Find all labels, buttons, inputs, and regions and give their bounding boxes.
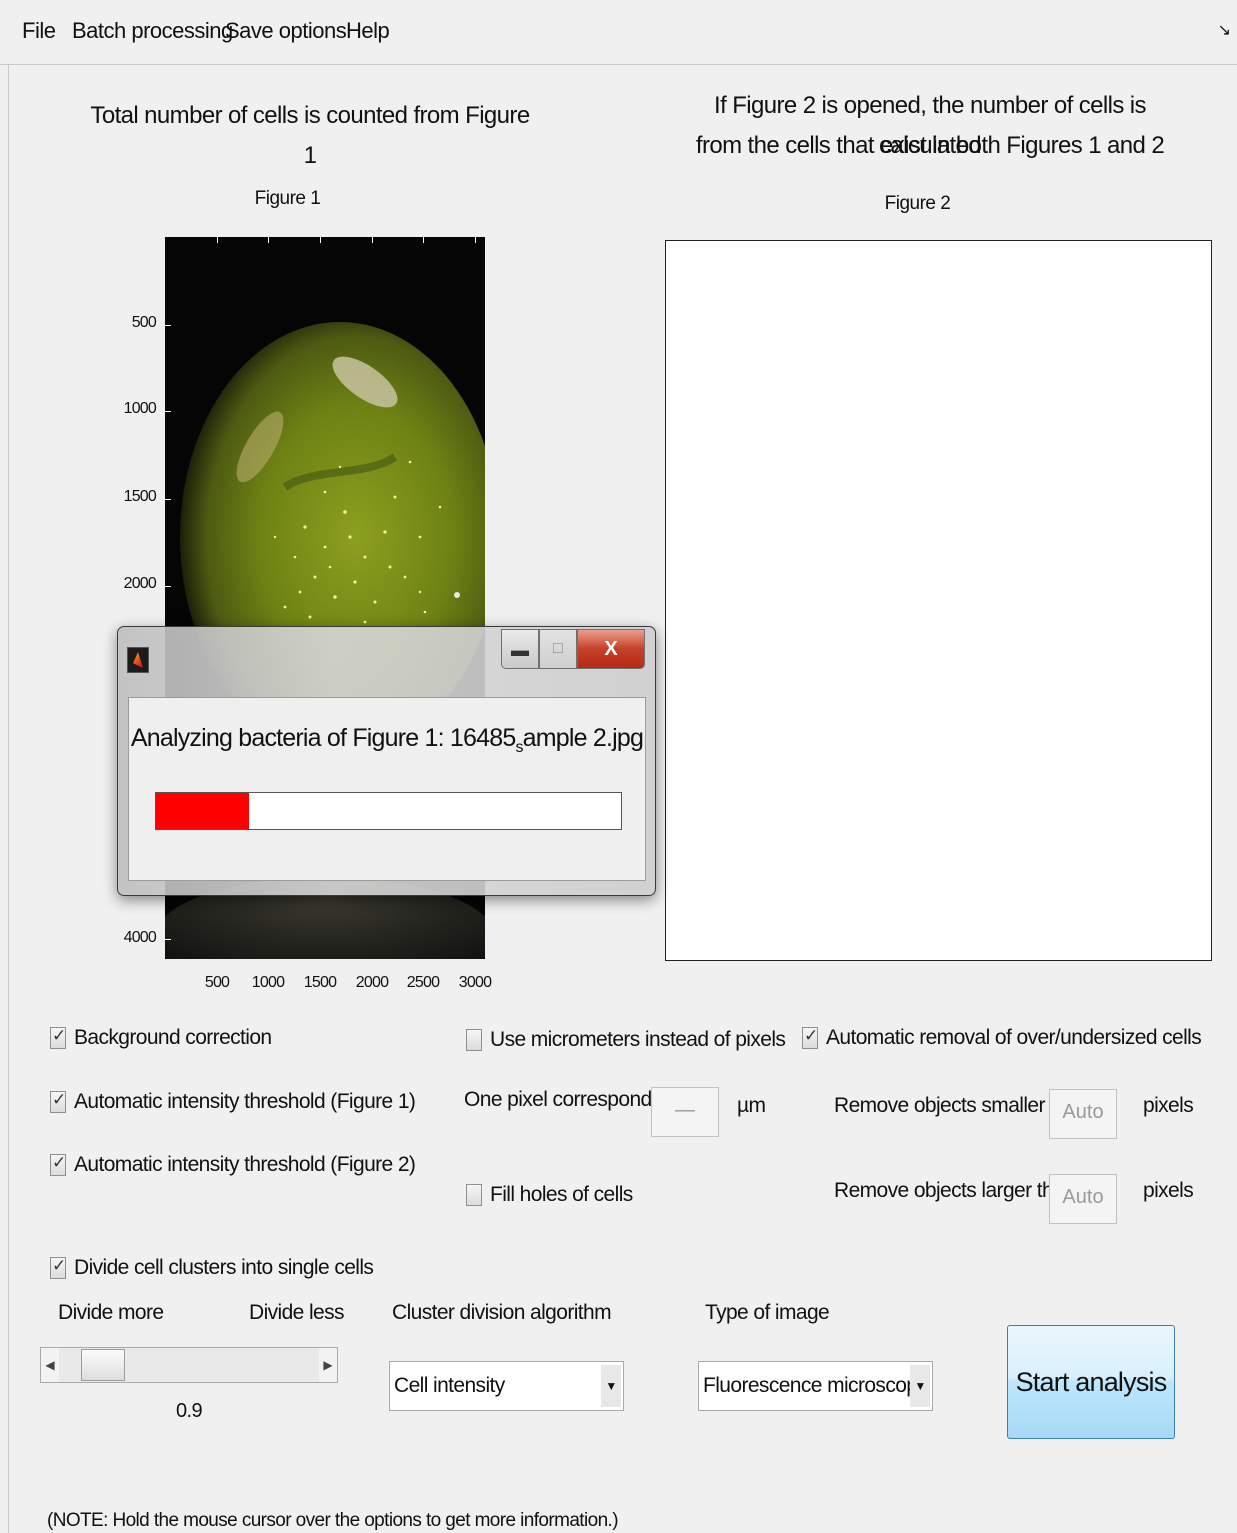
remove-larger-input[interactable]: Auto — [1049, 1174, 1117, 1224]
progress-fill — [156, 793, 249, 829]
menu-bar: File Batch processing Save options Help … — [0, 0, 1237, 65]
divide-clusters-checkbox[interactable]: Divide cell clusters into single cells — [50, 1256, 374, 1280]
auto-threshold-fig1-checkbox[interactable]: Automatic intensity threshold (Figure 1) — [50, 1090, 416, 1114]
y-tick — [165, 586, 171, 587]
maximize-icon[interactable]: □ — [539, 629, 577, 669]
checkbox-box[interactable] — [50, 1153, 66, 1176]
background-correction-checkbox[interactable]: Background correction — [50, 1026, 272, 1050]
auto-removal-checkbox[interactable]: Automatic removal of over/undersized cel… — [802, 1026, 1202, 1050]
x-tick-label: 2000 — [355, 974, 389, 991]
matlab-icon — [127, 647, 149, 673]
checkbox-label: Fill holes of cells — [490, 1183, 633, 1206]
x-tick — [217, 237, 218, 243]
checkbox-box[interactable] — [50, 1026, 66, 1049]
menu-batch-processing[interactable]: Batch processing — [72, 18, 233, 44]
micrometer-unit-label: µm — [737, 1094, 766, 1117]
dialog-titlebar[interactable]: ▬ □ X — [118, 627, 655, 691]
progress-message-tail: ample 2.jpg — [522, 724, 644, 752]
checkbox-label: Use micrometers instead of pixels — [490, 1028, 786, 1051]
close-button[interactable]: X — [577, 629, 645, 669]
progress-message-subscript: s — [515, 739, 523, 756]
image-type-dropdown[interactable]: Fluorescence microscopy ▼ — [698, 1361, 933, 1411]
arrow-right-icon[interactable]: ▶ — [319, 1348, 337, 1382]
menu-help[interactable]: Help — [346, 18, 390, 44]
start-analysis-button[interactable]: Start analysis — [1007, 1325, 1175, 1439]
x-tick-label: 500 — [204, 974, 230, 991]
checkbox-label: Automatic removal of over/undersized cel… — [826, 1026, 1202, 1049]
left-heading: Total number of cells is counted from Fi… — [90, 102, 530, 169]
divide-less-label: Divide less — [249, 1301, 345, 1324]
window-edge — [8, 64, 9, 1533]
checkbox-box[interactable] — [50, 1256, 66, 1279]
figure2-title: Figure 2 — [884, 193, 951, 214]
progress-dialog[interactable]: ▬ □ X Analyzing bacteria of Figure 1: 16… — [117, 626, 656, 896]
dialog-content: Analyzing bacteria of Figure 1: 16485sam… — [128, 697, 646, 881]
right-heading-line2: from the cells that exist in both Figure… — [695, 132, 1165, 159]
progress-message: Analyzing bacteria of Figure 1: 16485sam… — [129, 724, 645, 757]
caret-down-icon[interactable]: ▼ — [601, 1365, 621, 1407]
help-note: (NOTE: Hold the mouse cursor over the op… — [47, 1510, 619, 1531]
checkbox-box[interactable] — [802, 1026, 818, 1049]
checkbox-box[interactable] — [466, 1029, 482, 1051]
fill-holes-checkbox[interactable]: Fill holes of cells — [466, 1183, 633, 1207]
menu-file[interactable]: File — [22, 18, 56, 44]
cluster-algorithm-dropdown[interactable]: Cell intensity ▼ — [389, 1361, 624, 1411]
slider-value: 0.9 — [176, 1400, 203, 1422]
dropdown-value: Cell intensity — [394, 1374, 505, 1397]
progress-message-main: Analyzing bacteria of Figure 1: 16485 — [130, 724, 516, 752]
remove-larger-label: Remove objects larger than — [834, 1179, 1076, 1202]
arrow-left-icon[interactable]: ◀ — [41, 1348, 59, 1382]
x-tick-label: 2500 — [406, 974, 440, 991]
progress-bar — [155, 792, 622, 830]
checkbox-box[interactable] — [50, 1090, 66, 1113]
x-tick — [475, 237, 476, 243]
caret-down-icon[interactable]: ▼ — [910, 1365, 930, 1407]
pixel-size-input[interactable]: — — [651, 1087, 719, 1137]
minimize-icon[interactable]: ▬ — [501, 629, 539, 669]
use-micrometers-checkbox[interactable]: Use micrometers instead of pixels — [466, 1028, 786, 1052]
y-tick — [165, 325, 171, 326]
y-tick-label: 1500 — [123, 488, 157, 505]
pixels-unit-label: pixels — [1143, 1094, 1194, 1117]
x-tick-label: 3000 — [458, 974, 492, 991]
checkbox-label: Background correction — [74, 1026, 272, 1049]
dropdown-value: Fluorescence microscopy — [703, 1374, 928, 1397]
figure2-axes[interactable] — [665, 240, 1212, 961]
auto-threshold-fig2-checkbox[interactable]: Automatic intensity threshold (Figure 2) — [50, 1153, 416, 1177]
divide-more-label: Divide more — [58, 1301, 164, 1324]
pixels-unit-label: pixels — [1143, 1179, 1194, 1202]
slider-thumb[interactable] — [80, 1349, 125, 1381]
cluster-algorithm-label: Cluster division algorithm — [392, 1301, 612, 1324]
checkbox-label: Automatic intensity threshold (Figure 2) — [74, 1153, 416, 1176]
menu-save-options[interactable]: Save options — [225, 18, 347, 44]
checkbox-label: Divide cell clusters into single cells — [74, 1256, 374, 1279]
cluster-division-slider[interactable]: ◀ ▶ — [40, 1347, 338, 1383]
y-tick — [165, 411, 171, 412]
y-tick — [165, 499, 171, 500]
remove-smaller-input[interactable]: Auto — [1049, 1089, 1117, 1139]
x-tick — [320, 237, 321, 243]
checkbox-box[interactable] — [466, 1184, 482, 1206]
checkbox-label: Automatic intensity threshold (Figure 1) — [74, 1090, 416, 1113]
y-tick-label: 500 — [131, 314, 157, 331]
figure1-title: Figure 1 — [254, 188, 321, 209]
y-tick — [165, 939, 171, 940]
x-tick — [372, 237, 373, 243]
x-tick-label: 1500 — [303, 974, 337, 991]
y-tick-label: 4000 — [123, 929, 157, 946]
y-tick-label: 1000 — [123, 400, 157, 417]
x-tick — [268, 237, 269, 243]
image-type-label: Type of image — [705, 1301, 830, 1324]
y-tick-label: 2000 — [123, 575, 157, 592]
x-tick — [423, 237, 424, 243]
undock-arrow-icon[interactable]: ↘ — [1218, 20, 1231, 40]
x-tick-label: 1000 — [251, 974, 285, 991]
